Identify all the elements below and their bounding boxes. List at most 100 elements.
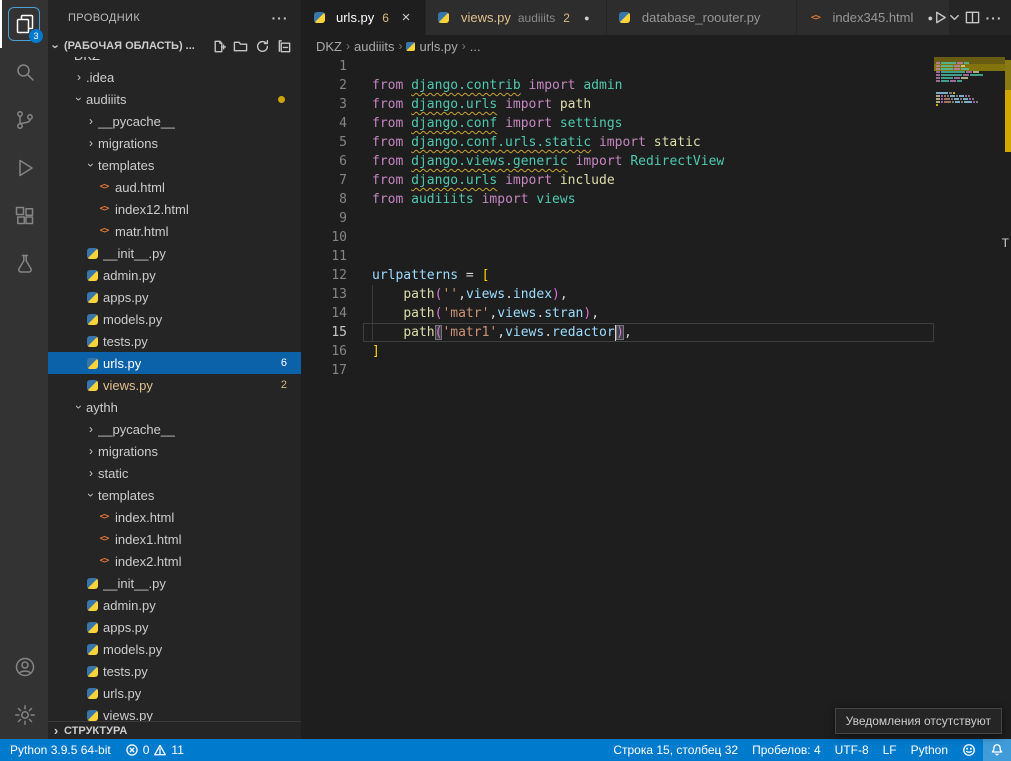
run-dropdown-button[interactable] [947, 6, 961, 30]
code-text[interactable]: from django.views.generic import Redirec… [363, 152, 934, 171]
tree-item-__pycache__[interactable]: ›__pycache__ [48, 418, 301, 440]
tree-item-aud.html[interactable]: <>aud.html [48, 176, 301, 198]
tab-views.py[interactable]: views.pyaudiiits2● [426, 0, 607, 35]
more-actions-button[interactable]: ··· [983, 6, 1005, 30]
python-icon [406, 42, 415, 51]
code-line-14: 14 path('matr',views.stran), [301, 304, 934, 323]
status-python-interpreter[interactable]: Python 3.9.5 64-bit [0, 739, 118, 761]
scrollbar[interactable] [1005, 0, 1011, 739]
tree-item-matr.html[interactable]: <>matr.html [48, 220, 301, 242]
code-text[interactable]: path('',views.index), [363, 285, 934, 304]
tree-item-static[interactable]: ›static [48, 462, 301, 484]
code-text[interactable] [363, 247, 934, 266]
error-count: 0 [143, 743, 150, 757]
sidebar-title-actions: ··· [269, 7, 291, 29]
status-cursor-position[interactable]: Строка 15, столбец 32 [603, 739, 745, 761]
more-icon[interactable]: ··· [269, 7, 291, 29]
tree-item-views.py[interactable]: views.py2 [48, 374, 301, 396]
code-text[interactable]: from audiiits import views [363, 190, 934, 209]
tree-item-migrations[interactable]: ›migrations [48, 132, 301, 154]
code-text[interactable]: from django.conf.urls.static import stat… [363, 133, 934, 152]
tree-item-models.py[interactable]: models.py [48, 308, 301, 330]
activity-extensions[interactable] [0, 192, 48, 240]
code-line-4: 4from django.conf import settings [301, 114, 934, 133]
tree-item-label: .idea [86, 70, 114, 85]
tree-item-label: static [98, 466, 128, 481]
status-problems[interactable]: 011 [118, 739, 191, 761]
tree-item-.idea[interactable]: ›.idea [48, 66, 301, 88]
status-bar-right: Строка 15, столбец 32Пробелов: 4UTF-8LFP… [603, 739, 1011, 761]
tree-item-index.html[interactable]: <>index.html [48, 506, 301, 528]
tab-urls.py[interactable]: urls.py6× [301, 0, 426, 35]
code-text[interactable]: from django.urls import path [363, 95, 934, 114]
breadcrumb-item-audiiits[interactable]: audiiits [354, 39, 394, 54]
tab-index345.html[interactable]: <>index345.html● [797, 0, 950, 35]
tree-item-__init__.py[interactable]: __init__.py [48, 572, 301, 594]
code-text[interactable]: ] [363, 342, 934, 361]
activity-source-control[interactable] [0, 96, 48, 144]
code-text[interactable]: from django.conf import settings [363, 114, 934, 133]
activity-account[interactable] [0, 643, 48, 691]
code-text[interactable] [363, 361, 934, 380]
refresh-icon[interactable] [251, 35, 273, 57]
tree-item-index12.html[interactable]: <>index12.html [48, 198, 301, 220]
tab-database_roouter.py[interactable]: database_roouter.py [607, 0, 798, 35]
status-language-mode[interactable]: Python [904, 739, 955, 761]
activity-search[interactable] [0, 48, 48, 96]
code-text[interactable] [363, 209, 934, 228]
activity-settings[interactable] [0, 691, 48, 739]
status-feedback[interactable] [955, 739, 983, 761]
code-editor[interactable]: 12from django.contrib import admin3from … [301, 57, 934, 739]
code-text[interactable]: urlpatterns = [ [363, 266, 934, 285]
breadcrumb-item-...[interactable]: ... [470, 39, 481, 54]
tree-item-aythh[interactable]: ›aythh [48, 396, 301, 418]
tree-item-views.py[interactable]: views.py [48, 704, 301, 721]
code-text[interactable]: from django.urls import include [363, 171, 934, 190]
new-folder-icon[interactable] [229, 35, 251, 57]
python-icon [617, 12, 633, 23]
tree-item-tests.py[interactable]: tests.py [48, 330, 301, 352]
outline-section-header[interactable]: › СТРУКТУРА [48, 721, 301, 739]
split-editor-button[interactable] [961, 6, 983, 30]
tree-item-apps.py[interactable]: apps.py [48, 286, 301, 308]
new-file-icon[interactable] [207, 35, 229, 57]
tree-item-admin.py[interactable]: admin.py [48, 594, 301, 616]
status-indentation[interactable]: Пробелов: 4 [745, 739, 828, 761]
line-number: 12 [301, 266, 363, 285]
tree-item-urls.py[interactable]: urls.py [48, 682, 301, 704]
tree-item-templates[interactable]: ›templates [48, 154, 301, 176]
activity-run-debug[interactable] [0, 144, 48, 192]
status-encoding[interactable]: UTF-8 [828, 739, 876, 761]
workspace-section-header[interactable]: › (РАБОЧАЯ ОБЛАСТЬ) ... [48, 35, 301, 57]
minimap[interactable] [934, 57, 1005, 109]
code-text[interactable]: path('matr',views.stran), [363, 304, 934, 323]
tree-item-__init__.py[interactable]: __init__.py [48, 242, 301, 264]
tree-item-models.py[interactable]: models.py [48, 638, 301, 660]
tree-item-DKZ[interactable]: ›DKZ [48, 57, 301, 66]
code-text[interactable] [363, 228, 934, 247]
tree-item-label: apps.py [103, 290, 149, 305]
tree-item-index1.html[interactable]: <>index1.html [48, 528, 301, 550]
tree-item-__pycache__[interactable]: ›__pycache__ [48, 110, 301, 132]
breadcrumb-item-urls.py[interactable]: urls.py [406, 39, 457, 54]
tree-item-apps.py[interactable]: apps.py [48, 616, 301, 638]
tree-item-urls.py[interactable]: urls.py6 [48, 352, 301, 374]
tree-item-migrations[interactable]: ›migrations [48, 440, 301, 462]
html-icon: <> [807, 13, 823, 23]
tree-item-tests.py[interactable]: tests.py [48, 660, 301, 682]
code-text[interactable]: path('matr1',views.redactor), [363, 323, 934, 342]
status-eol[interactable]: LF [876, 739, 904, 761]
tree-item-templates[interactable]: ›templates [48, 484, 301, 506]
collapse-all-icon[interactable] [273, 35, 295, 57]
tree-item-admin.py[interactable]: admin.py [48, 264, 301, 286]
breadcrumb-item-DKZ[interactable]: DKZ [316, 39, 342, 54]
close-icon[interactable]: × [397, 9, 415, 26]
run-icon [933, 10, 948, 25]
tree-item-audiiits[interactable]: ›audiiits [48, 88, 301, 110]
status-notifications[interactable] [983, 739, 1011, 761]
code-text[interactable]: from django.contrib import admin [363, 76, 934, 95]
activity-testing[interactable] [0, 240, 48, 288]
tree-item-index2.html[interactable]: <>index2.html [48, 550, 301, 572]
activity-explorer[interactable]: 3 [0, 0, 48, 48]
code-text[interactable] [363, 57, 934, 76]
